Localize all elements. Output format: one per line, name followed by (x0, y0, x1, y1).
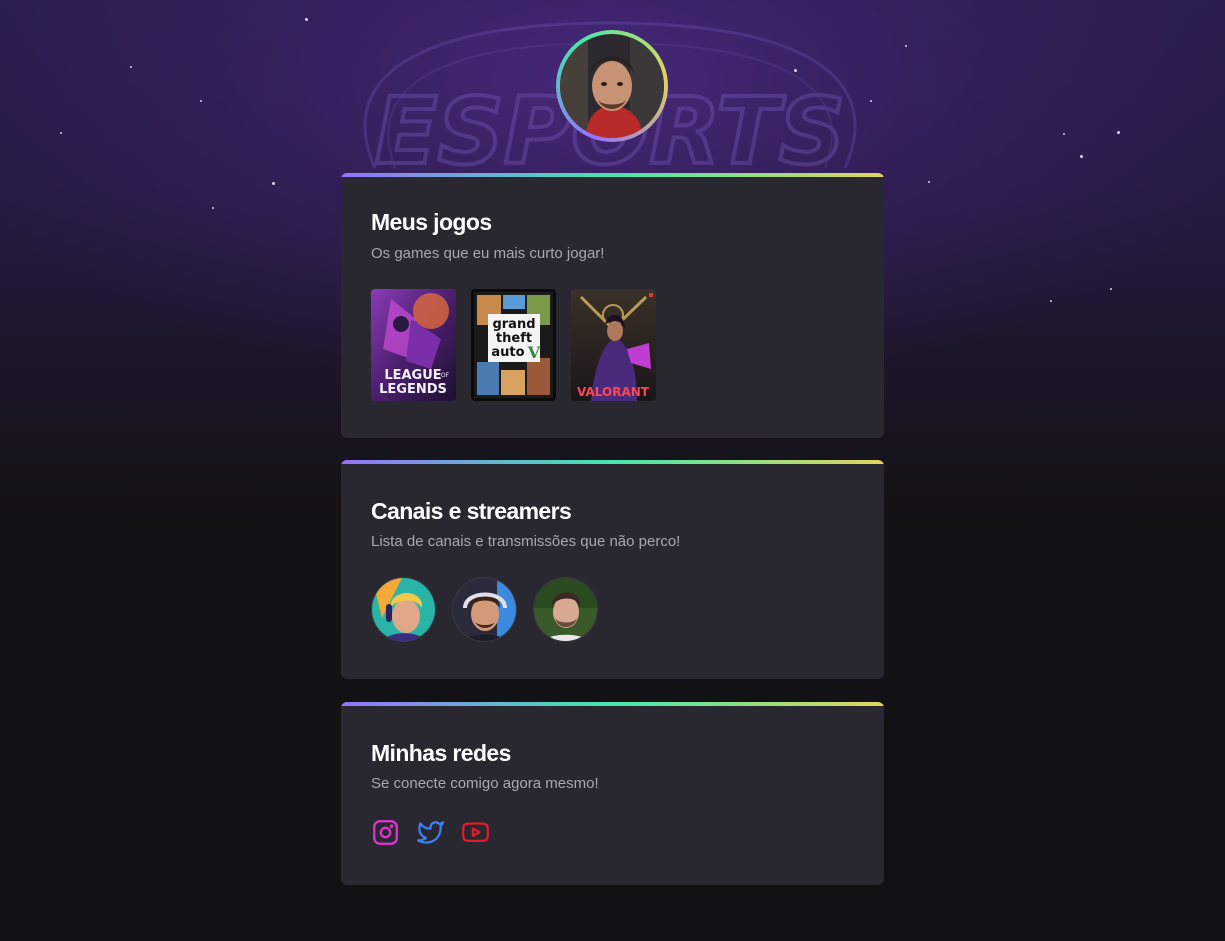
profile-avatar[interactable] (556, 30, 668, 142)
streamers-card-subtitle: Lista de canais e transmissões que não p… (371, 533, 681, 550)
streamer-avatar-2[interactable] (452, 577, 517, 642)
svg-text:LEAGUE: LEAGUE (384, 368, 441, 383)
star (1050, 300, 1052, 302)
svg-text:OF: OF (441, 372, 450, 379)
streamers-list (371, 577, 598, 642)
twitter-icon[interactable] (417, 819, 444, 846)
svg-text:V: V (527, 343, 541, 362)
star (130, 66, 132, 68)
streamers-card-title: Canais e streamers (371, 498, 572, 524)
youtube-icon[interactable] (461, 819, 490, 846)
socials-card: Minhas redes Se conecte comigo agora mes… (341, 702, 884, 885)
star (1080, 155, 1083, 158)
game-gta-v[interactable]: grand theft auto V (471, 289, 556, 401)
star (200, 100, 202, 102)
streamer-avatar-3[interactable] (533, 577, 598, 642)
user-avatar-photo (560, 34, 664, 138)
star (212, 207, 214, 209)
star (272, 182, 275, 185)
socials-list (372, 819, 490, 846)
svg-text:theft: theft (496, 331, 532, 346)
star (928, 181, 930, 183)
games-list: LEAGUE OF LEGENDS grand theft auto V VAL… (371, 289, 656, 401)
games-card: Meus jogos Os games que eu mais curto jo… (341, 173, 884, 438)
socials-card-subtitle: Se conecte comigo agora mesmo! (371, 775, 599, 792)
games-card-title: Meus jogos (371, 209, 492, 235)
svg-text:VALORANT: VALORANT (577, 385, 650, 399)
games-card-subtitle: Os games que eu mais curto jogar! (371, 245, 605, 262)
svg-text:auto: auto (491, 345, 524, 360)
star (305, 18, 308, 21)
star (905, 45, 907, 47)
svg-text:grand: grand (492, 317, 535, 332)
streamers-card: Canais e streamers Lista de canais e tra… (341, 460, 884, 679)
streamer-avatar-1[interactable] (371, 577, 436, 642)
instagram-icon[interactable] (372, 819, 399, 846)
star (1117, 131, 1120, 134)
star (1110, 288, 1112, 290)
star (1063, 133, 1065, 135)
svg-text:LEGENDS: LEGENDS (379, 382, 447, 397)
socials-card-title: Minhas redes (371, 740, 511, 766)
game-league-of-legends[interactable]: LEAGUE OF LEGENDS (371, 289, 456, 401)
star (60, 132, 62, 134)
game-valorant[interactable]: VALORANT (571, 289, 656, 401)
